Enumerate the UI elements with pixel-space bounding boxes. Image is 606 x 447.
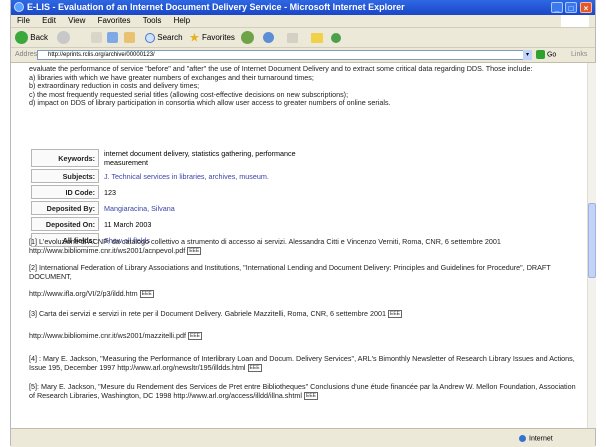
security-zone: Internet <box>519 435 553 442</box>
close-button[interactable]: × <box>580 2 592 13</box>
xref-badge[interactable]: EEE <box>303 391 318 400</box>
forward-button[interactable] <box>57 30 70 45</box>
menu-edit[interactable]: Edit <box>42 16 56 25</box>
reference-item: http://www.ifla.org/VI/2/p3/ildd.htm EEE <box>29 289 577 299</box>
xref-badge[interactable]: EEE <box>187 246 202 255</box>
keywords-key: Keywords: <box>31 149 99 167</box>
folder-icon <box>311 32 323 43</box>
globe-icon <box>519 435 526 442</box>
mail-button[interactable] <box>263 30 274 45</box>
menu-tools[interactable]: Tools <box>143 16 162 25</box>
deposited-by-link[interactable]: Mangiaracina, Silvana <box>104 204 175 213</box>
scrollbar-thumb[interactable] <box>588 203 596 278</box>
page-content: evaluate the performance of service "bef… <box>11 63 587 428</box>
abstract-text: evaluate the performance of service "bef… <box>29 64 577 108</box>
back-button[interactable]: Back <box>15 30 48 45</box>
reference-text: [4] : Mary E. Jackson, "Measuring the Pe… <box>29 354 575 372</box>
favorites-label: Favorites <box>202 33 235 42</box>
zone-label: Internet <box>529 435 553 443</box>
go-button[interactable]: Go <box>536 50 564 60</box>
id-code-key: ID Code: <box>31 185 99 199</box>
forward-arrow-icon <box>57 31 70 45</box>
star-icon: ★ <box>189 30 200 45</box>
menu-favorites[interactable]: Favorites <box>98 16 131 25</box>
deposited-by-key: Deposited By: <box>31 201 99 215</box>
menu-view[interactable]: View <box>68 16 85 25</box>
reference-item: http://www.bibliomime.cnr.it/ws2001/mazz… <box>29 331 577 341</box>
refresh-button[interactable] <box>107 30 118 45</box>
maximize-button[interactable]: □ <box>565 2 577 13</box>
reference-item: [5]: Mary E. Jackson, "Mesure du Rendeme… <box>29 382 577 400</box>
browser-window: E-LIS - Evaluation of an Internet Docume… <box>10 0 596 447</box>
reference-text: [5]: Mary E. Jackson, "Mesure du Rendeme… <box>29 382 576 400</box>
refresh-icon <box>107 32 118 44</box>
reference-text: [1] L'evoluzione di ACNP: da catalogo co… <box>29 237 501 255</box>
search-icon <box>145 32 155 43</box>
reference-item: [4] : Mary E. Jackson, "Measuring the Pe… <box>29 354 577 372</box>
address-dropdown[interactable]: ▾ <box>523 50 532 60</box>
mail-icon <box>263 32 274 44</box>
messenger-button[interactable] <box>331 30 341 45</box>
title-bar: E-LIS - Evaluation of an Internet Docume… <box>11 0 595 15</box>
deposited-on-key: Deposited On: <box>31 217 99 231</box>
print-icon <box>287 32 298 43</box>
stop-icon <box>91 32 102 44</box>
window-title: E-LIS - Evaluation of an Internet Docume… <box>27 2 405 12</box>
search-label: Search <box>157 33 183 42</box>
metadata-row: Subjects: J. Technical services in libra… <box>31 169 337 183</box>
reference-item: [1] L'evoluzione di ACNP: da catalogo co… <box>29 237 577 255</box>
reference-text: http://www.bibliomime.cnr.it/ws2001/mazz… <box>29 331 186 340</box>
menu-file[interactable]: File <box>17 16 30 25</box>
keywords-value: internet document delivery, statistics g… <box>104 149 296 167</box>
standard-toolbar: Back Search ★ Favorites <box>11 28 595 48</box>
metadata-row: Deposited By: Mangiaracina, Silvana <box>31 201 337 215</box>
favorites-button[interactable]: ★ Favorites <box>189 30 235 45</box>
go-arrow-icon <box>536 50 545 59</box>
vertical-scrollbar[interactable] <box>587 63 596 428</box>
search-button[interactable]: Search <box>145 30 183 45</box>
menu-help[interactable]: Help <box>174 16 190 25</box>
back-arrow-icon <box>15 31 28 45</box>
xref-badge[interactable]: EEE <box>188 332 203 341</box>
home-icon <box>124 32 135 44</box>
xref-badge[interactable]: EEE <box>387 310 402 319</box>
stop-button[interactable] <box>91 30 102 45</box>
minimize-button[interactable]: _ <box>551 2 563 13</box>
reference-item: [3] Carta dei servizi e servizi in rete … <box>29 309 577 319</box>
print-button[interactable] <box>287 30 298 45</box>
links-button[interactable]: Links <box>571 51 587 58</box>
deposited-on-value: 11 March 2003 <box>104 219 152 229</box>
back-label: Back <box>30 33 49 42</box>
history-icon <box>241 31 254 45</box>
abstract-item: d) impact on DDS of library participatio… <box>29 98 391 108</box>
address-input[interactable]: http://eprints.rclis.org/archive/0000012… <box>37 50 532 60</box>
status-bar: Internet <box>11 428 595 447</box>
internet-explorer-icon <box>14 2 24 12</box>
address-bar: Address http://eprints.rclis.org/archive… <box>11 48 595 63</box>
id-code-value: 123 <box>104 187 116 197</box>
windows-logo-icon <box>561 15 589 27</box>
metadata-table: Keywords: internet document delivery, st… <box>29 147 339 249</box>
messenger-icon <box>331 32 341 43</box>
reference-text: [3] Carta dei servizi e servizi in rete … <box>29 309 386 318</box>
subjects-key: Subjects: <box>31 169 99 183</box>
subjects-link[interactable]: J. Technical services in libraries, arch… <box>104 172 269 181</box>
metadata-row: Keywords: internet document delivery, st… <box>31 149 337 167</box>
xref-badge[interactable]: EEE <box>247 363 262 372</box>
reference-item: [2] International Federation of Library … <box>29 263 577 281</box>
xref-badge[interactable]: EEE <box>139 290 154 299</box>
reference-text: http://www.ifla.org/VI/2/p3/ildd.htm <box>29 289 138 298</box>
edit-button[interactable] <box>311 30 323 45</box>
history-button[interactable] <box>241 30 254 45</box>
metadata-row: ID Code: 123 <box>31 185 337 199</box>
reference-text: [2] International Federation of Library … <box>29 263 551 281</box>
menu-bar: File Edit View Favorites Tools Help <box>11 15 595 28</box>
metadata-row: Deposited On: 11 March 2003 <box>31 217 337 231</box>
home-button[interactable] <box>124 30 135 45</box>
go-label: Go <box>546 51 557 59</box>
